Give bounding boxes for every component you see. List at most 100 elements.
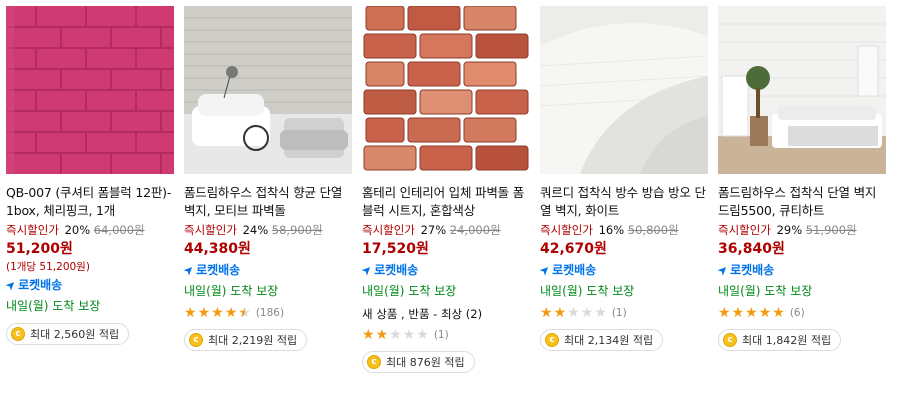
discount-row: 즉시할인가 27% 24,000원 — [362, 222, 530, 238]
sale-price: 36,840원 — [718, 241, 785, 257]
star-icon: ★ — [540, 305, 553, 321]
discount-row: 즉시할인가 24% 58,900원 — [184, 222, 352, 238]
product-image[interactable] — [362, 6, 530, 174]
sale-price: 44,380원 — [184, 241, 251, 257]
rocket-delivery-badge: ➤ 로켓배송 — [2, 277, 174, 294]
rating-stars: ★ ★ ★ ★ ★ (6) — [718, 305, 886, 321]
product-image[interactable] — [540, 6, 708, 174]
points-text: 최대 2,219원 적립 — [208, 334, 298, 347]
product-name[interactable]: 폼드림하우스 접착식 단열 벽지 드림5500, 큐티하트 — [718, 184, 886, 220]
star-icon: ★ — [772, 305, 785, 321]
rating-stars: ★ ★ ★ ★ ★ (1) — [540, 305, 708, 321]
sale-price: 42,670원 — [540, 241, 607, 257]
arrival-guarantee: 내일(월) 도착 보장 — [540, 284, 635, 298]
star-icon: ★ — [594, 305, 607, 321]
points-badge: c 최대 1,842원 적립 — [718, 329, 842, 351]
rating-stars: ★ ★ ★ ★ ★ (186) — [184, 305, 352, 321]
star-icon: ★ — [758, 305, 772, 321]
star-icon: ★ — [211, 305, 224, 321]
points-text: 최대 876원 적립 — [386, 356, 465, 369]
star-icon: ★ — [416, 327, 429, 343]
instant-discount-label: 즉시할인가 — [718, 223, 771, 237]
star-icon: ★ — [224, 305, 238, 321]
star-icon: ★ — [197, 305, 211, 321]
instant-discount-label: 즉시할인가 — [6, 223, 59, 237]
instant-discount-label: 즉시할인가 — [184, 223, 237, 237]
star-icon: ★ — [389, 327, 402, 343]
rocket-label: 로켓배송 — [552, 263, 597, 277]
product-grid: QB-007 (쿠셔티 폼블럭 12판)-1box, 체리핑크, 1개 즉시할인… — [0, 0, 898, 403]
unit-price: (1개당 51,200원) — [6, 261, 90, 273]
points-badge: c 최대 2,219원 적립 — [184, 329, 308, 351]
product-name[interactable]: 홈테리 인테리어 입체 파벽돌 폼블럭 시트지, 혼합색상 — [362, 184, 530, 220]
points-badge: c 최대 2,560원 적립 — [6, 323, 130, 345]
arrival-guarantee: 내일(월) 도착 보장 — [362, 284, 457, 298]
discount-row: 즉시할인가 16% 50,800원 — [540, 222, 708, 238]
condition-options[interactable]: 새 상품 , 반품 - 최상 (2) — [362, 306, 530, 322]
star-icon: ★ — [745, 305, 758, 321]
rocket-delivery-badge: ➤ 로켓배송 — [358, 262, 530, 279]
star-icon: ★ — [402, 327, 416, 343]
sale-price: 51,200원 — [6, 241, 73, 257]
coin-icon: c — [723, 333, 737, 347]
star-icon: ★ — [375, 327, 389, 343]
original-price: 58,900원 — [271, 223, 323, 237]
coin-icon: c — [545, 333, 559, 347]
product-name[interactable]: 쿼르디 접착식 방수 방습 방오 단열 벽지, 화이트 — [540, 184, 708, 220]
product-name[interactable]: 폼드림하우스 접착식 향균 단열벽지, 모티브 파벽돌 — [184, 184, 352, 220]
original-price: 64,000원 — [93, 223, 145, 237]
points-text: 최대 2,560원 적립 — [30, 328, 120, 341]
star-icon: ★ — [731, 305, 745, 321]
review-count[interactable]: (1) — [434, 329, 449, 341]
product-image[interactable] — [6, 6, 174, 174]
product-image[interactable] — [184, 6, 352, 174]
star-icon: ★ — [362, 327, 375, 343]
product-card[interactable]: 폼드림하우스 접착식 향균 단열벽지, 모티브 파벽돌 즉시할인가 24% 58… — [180, 6, 352, 351]
discount-rate: 16% — [598, 223, 625, 237]
discount-row: 즉시할인가 29% 51,900원 — [718, 222, 886, 238]
star-icon: ★ — [553, 305, 567, 321]
arrival-guarantee: 내일(월) 도착 보장 — [184, 284, 279, 298]
arrival-guarantee: 내일(월) 도착 보장 — [718, 284, 813, 298]
sale-price: 17,520원 — [362, 241, 429, 257]
points-badge: c 최대 876원 적립 — [362, 351, 475, 373]
arrival-guarantee: 내일(월) 도착 보장 — [6, 299, 101, 313]
coin-icon: c — [367, 355, 381, 369]
discount-rate: 24% — [242, 223, 269, 237]
product-card[interactable]: QB-007 (쿠셔티 폼블럭 12판)-1box, 체리핑크, 1개 즉시할인… — [2, 6, 174, 345]
review-count[interactable]: (186) — [256, 307, 284, 319]
rocket-delivery-badge: ➤ 로켓배송 — [180, 262, 352, 279]
instant-discount-label: 즉시할인가 — [362, 223, 415, 237]
product-card[interactable]: 홈테리 인테리어 입체 파벽돌 폼블럭 시트지, 혼합색상 즉시할인가 27% … — [358, 6, 530, 373]
original-price: 50,800원 — [627, 223, 679, 237]
discount-rate: 27% — [420, 223, 447, 237]
rocket-label: 로켓배송 — [374, 263, 419, 277]
original-price: 24,000원 — [449, 223, 501, 237]
star-icon: ★ — [567, 305, 580, 321]
rocket-delivery-badge: ➤ 로켓배송 — [714, 262, 886, 279]
product-name[interactable]: QB-007 (쿠셔티 폼블럭 12판)-1box, 체리핑크, 1개 — [6, 184, 174, 220]
review-count[interactable]: (6) — [790, 307, 805, 319]
product-card[interactable]: 폼드림하우스 접착식 단열 벽지 드림5500, 큐티하트 즉시할인가 29% … — [714, 6, 886, 351]
original-price: 51,900원 — [805, 223, 857, 237]
instant-discount-label: 즉시할인가 — [540, 223, 593, 237]
rocket-delivery-badge: ➤ 로켓배송 — [536, 262, 708, 279]
coin-icon: c — [11, 327, 25, 341]
discount-rate: 29% — [776, 223, 803, 237]
discount-rate: 20% — [64, 223, 91, 237]
points-text: 최대 1,842원 적립 — [742, 334, 832, 347]
star-icon: ★ — [580, 305, 594, 321]
coin-icon: c — [189, 333, 203, 347]
rocket-label: 로켓배송 — [730, 263, 775, 277]
points-text: 최대 2,134원 적립 — [564, 334, 654, 347]
product-card[interactable]: 쿼르디 접착식 방수 방습 방오 단열 벽지, 화이트 즉시할인가 16% 50… — [536, 6, 708, 351]
rating-stars: ★ ★ ★ ★ ★ (1) — [362, 327, 530, 343]
review-count[interactable]: (1) — [612, 307, 627, 319]
star-icon: ★ — [184, 305, 197, 321]
half-star-icon: ★ — [238, 305, 251, 321]
star-icon: ★ — [718, 305, 731, 321]
rocket-label: 로켓배송 — [196, 263, 241, 277]
product-image[interactable] — [718, 6, 886, 174]
discount-row: 즉시할인가 20% 64,000원 — [6, 222, 174, 238]
rocket-label: 로켓배송 — [18, 278, 63, 292]
